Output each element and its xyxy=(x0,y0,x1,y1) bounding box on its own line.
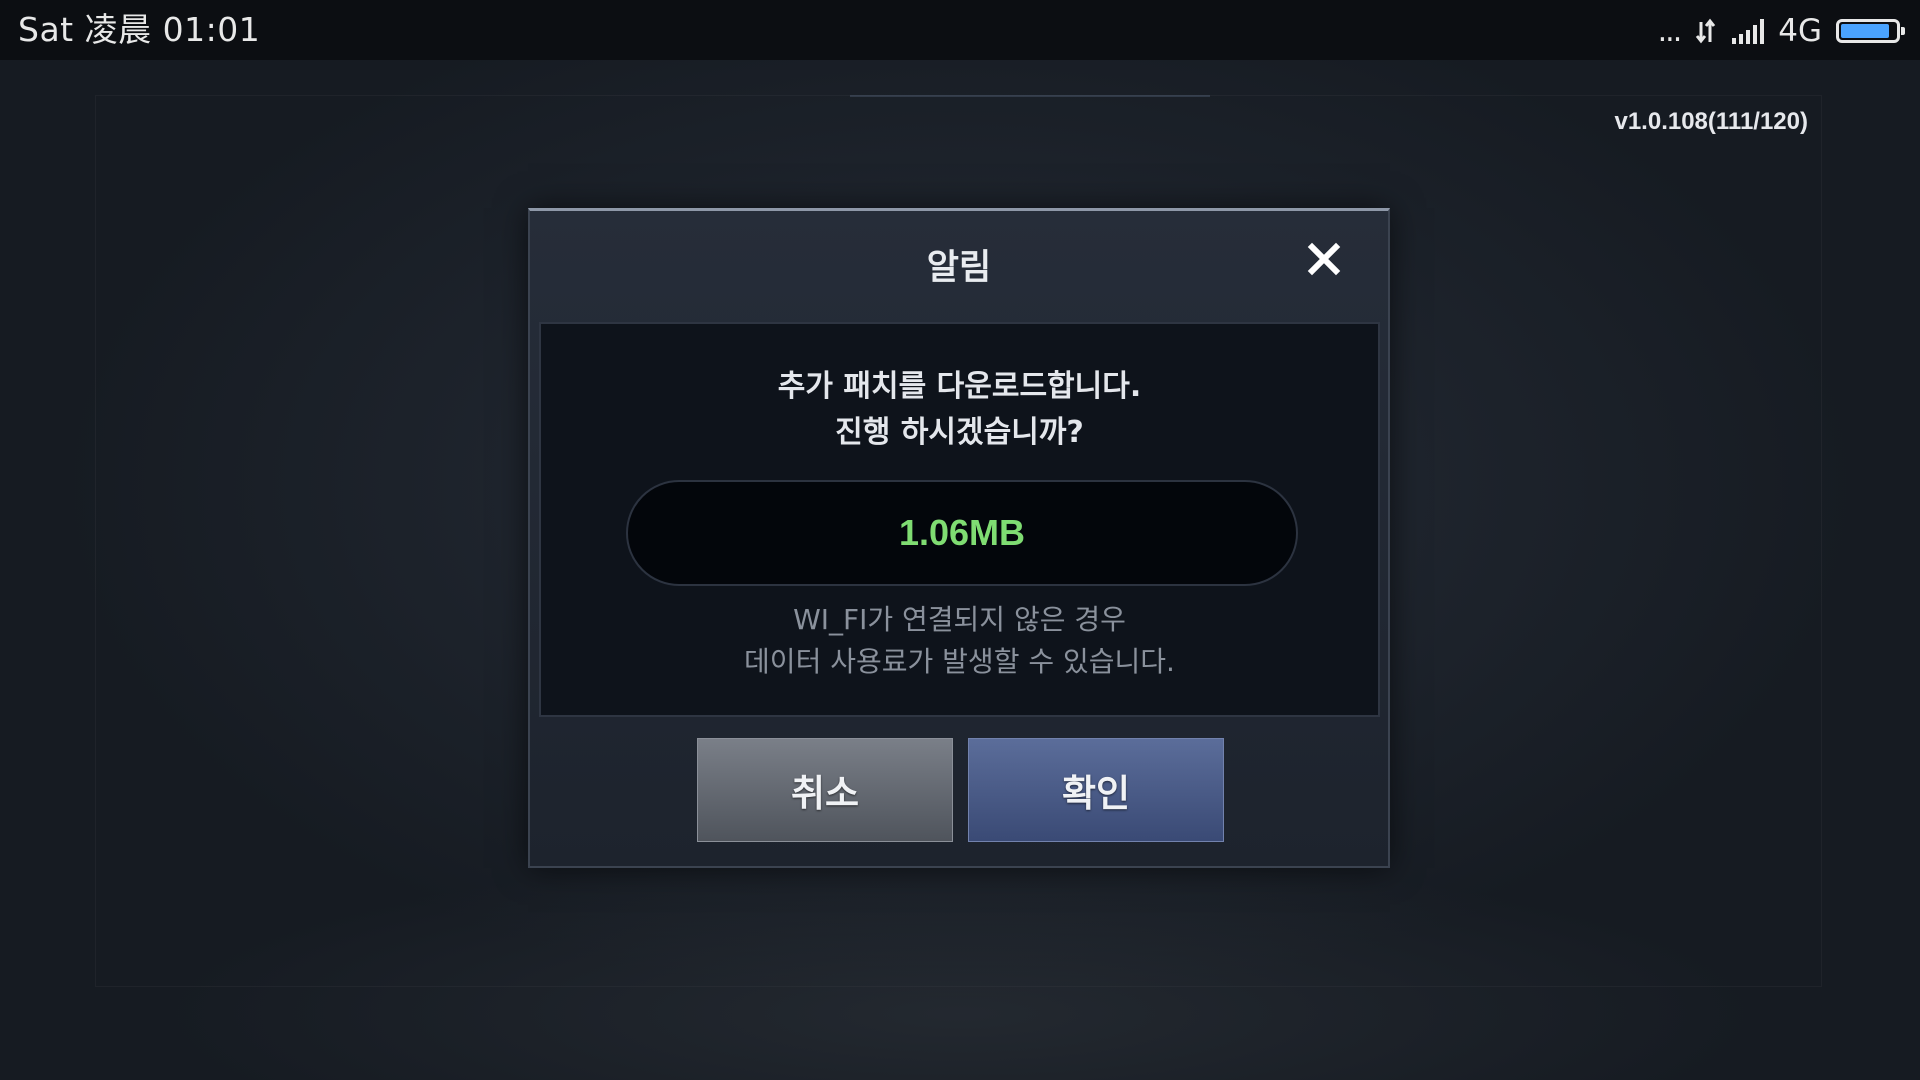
battery-level xyxy=(1841,24,1890,38)
download-size-value: 1.06MB xyxy=(898,512,1026,553)
battery-icon xyxy=(1836,19,1905,43)
status-icons: ... 4G xyxy=(1657,12,1905,50)
confirm-button[interactable]: 확인 xyxy=(968,738,1224,842)
message-line-1: 추가 패치를 다운로드합니다. xyxy=(777,369,1142,404)
background-artwork xyxy=(170,860,1750,1080)
data-charge-warning: WI_FI가 연결되지 않은 경우 데이터 사용료가 발생할 수 있습니다. xyxy=(541,599,1378,683)
status-period: 凌晨 xyxy=(84,10,152,49)
background-accent-line xyxy=(850,95,1210,97)
status-clock: Sat 凌晨 01:01 xyxy=(18,10,260,50)
close-icon xyxy=(1307,242,1341,276)
warning-line-1: WI_FI가 연결되지 않은 경우 xyxy=(793,603,1126,636)
signal-strength-icon xyxy=(1732,18,1765,44)
status-bar: Sat 凌晨 01:01 ... 4G xyxy=(0,0,1920,60)
more-dots-icon: ... xyxy=(1657,14,1683,49)
warning-line-2: 데이터 사용료가 발생할 수 있습니다. xyxy=(744,645,1175,678)
status-time: 01:01 xyxy=(162,10,261,49)
patch-download-dialog: 알림 추가 패치를 다운로드합니다. 진행 하시겠습니까? 1.06MB WI_… xyxy=(528,208,1390,868)
message-line-2: 진행 하시겠습니까? xyxy=(835,415,1084,450)
cancel-button[interactable]: 취소 xyxy=(697,738,953,842)
game-version: v1.0.108(111/120) xyxy=(1614,108,1808,135)
network-type-label: 4G xyxy=(1778,13,1822,49)
dialog-body: 추가 패치를 다운로드합니다. 진행 하시겠습니까? 1.06MB WI_FI가… xyxy=(539,322,1380,717)
download-size-box: 1.06MB xyxy=(626,480,1298,586)
status-day: Sat xyxy=(18,10,74,49)
data-transfer-icon xyxy=(1694,16,1718,46)
dialog-title: 알림 xyxy=(926,248,992,288)
dialog-message: 추가 패치를 다운로드합니다. 진행 하시겠습니까? xyxy=(541,364,1378,456)
game-screen: Sat 凌晨 01:01 ... 4G v1.0.108(111/120) 알림… xyxy=(0,0,1920,1080)
close-button[interactable] xyxy=(1304,239,1344,279)
